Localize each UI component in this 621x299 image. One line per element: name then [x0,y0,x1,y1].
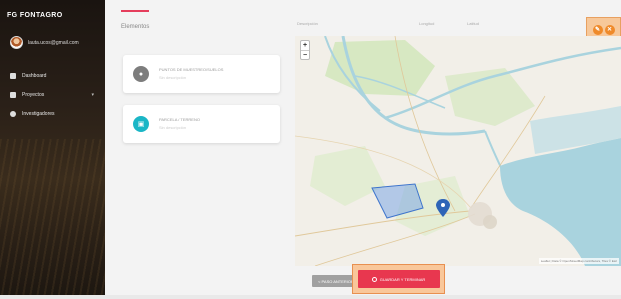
folder-icon [10,91,16,98]
description-label: Descripción [297,21,318,26]
user-email: lauta.ucos@gmail.com [28,39,79,46]
save-finish-button[interactable]: GUARDAR Y TERMINAR [357,270,440,288]
bottom-strip [0,295,621,299]
title-accent-bar [121,10,149,12]
zoom-out-button[interactable]: − [301,50,309,59]
chevron-down-icon: ▾ [91,91,94,98]
sidebar-item-label: Dashboard [22,72,47,79]
sidebar: FG FONTAGRO lauta.ucos@gmail.com Dashboa… [0,0,105,299]
avatar [10,36,23,49]
dashboard-icon [10,72,16,79]
person-icon [10,110,16,117]
zoom-controls: + − [300,40,310,60]
sidebar-item-dashboard[interactable]: Dashboard [10,66,100,85]
card-subtitle: Sin descripción [159,75,187,80]
square-grid-icon: ▣ [133,116,149,132]
sidebar-nav: Dashboard Proyectos ▾ Investigadores [10,66,100,123]
sidebar-item-investigadores[interactable]: Investigadores [10,104,100,123]
user-profile[interactable]: lauta.ucos@gmail.com [10,36,79,49]
map-view[interactable]: + − Leaflet | Data © OpenStreetMap contr… [295,36,621,266]
finish-button-highlight: GUARDAR Y TERMINAR [352,264,445,294]
sidebar-item-label: Proyectos [22,91,45,98]
card-title: PARCELA / TERRENO [159,117,200,122]
card-title: PUNTOS DE MUESTREO/SUELOS [159,67,224,72]
sidebar-item-label: Investigadores [22,110,55,117]
edit-button[interactable]: ✎ [592,24,603,35]
check-icon [371,276,377,282]
map-tiles [295,36,621,266]
latitude-label: Latitud [467,21,480,26]
delete-button[interactable]: ✕ [604,24,615,35]
map-attribution[interactable]: Leaflet | Data © OpenStreetMap contribut… [538,258,619,264]
zoom-in-button[interactable]: + [301,41,309,50]
element-card-plot[interactable]: ▣ PARCELA / TERRENO Sin descripción [123,105,280,143]
element-card-sampling-points[interactable]: ● PUNTOS DE MUESTREO/SUELOS Sin descripc… [123,55,280,93]
longitude-label: Longitud [419,21,435,26]
page-title: Elementos [121,24,150,30]
card-subtitle: Sin descripción [159,125,187,130]
main-content: Elementos ● PUNTOS DE MUESTREO/SUELOS Si… [105,0,621,299]
save-finish-label: GUARDAR Y TERMINAR [379,276,426,282]
sidebar-item-proyectos[interactable]: Proyectos ▾ [10,85,100,104]
app-brand[interactable]: FG FONTAGRO [7,12,63,19]
location-pin-icon: ● [133,66,149,82]
